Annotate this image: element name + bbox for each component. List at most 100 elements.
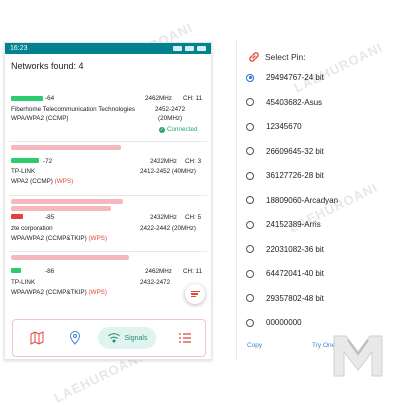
network-name: zte corporation <box>11 225 53 232</box>
signal-value: -72 <box>43 158 53 165</box>
radio-button[interactable] <box>246 122 254 131</box>
redacted-block <box>11 255 129 260</box>
nav-map-button[interactable] <box>27 328 47 348</box>
channel: CH: 11 <box>183 95 203 102</box>
nav-signals-label: Signals <box>124 334 148 342</box>
network-name: TP-LINK <box>11 168 36 175</box>
redacted-block <box>11 199 123 204</box>
logo-watermark <box>333 335 383 377</box>
radio-button[interactable] <box>246 269 254 278</box>
map-icon <box>30 331 44 345</box>
freq-range: 2432-2472 <box>140 279 171 286</box>
freq-range: 2422-2442 (20MHz) <box>140 225 197 232</box>
signal-value: -86 <box>45 268 55 275</box>
frequency: 2462MHz <box>145 268 172 275</box>
pin-label: 18809060-Arcadyan <box>266 195 339 205</box>
pin-label: 29494767-24 bit <box>266 73 324 82</box>
pin-option[interactable]: 29357802-48 bit <box>246 294 324 303</box>
nav-signals-button[interactable]: Signals <box>98 327 156 349</box>
pin-option[interactable]: 36127726-28 bit <box>246 171 324 180</box>
link-icon <box>249 52 259 62</box>
freq-range: 2452-2472 <box>155 106 186 113</box>
pin-option[interactable]: 22031082-36 bit <box>246 245 324 254</box>
wifi-icon <box>173 46 182 51</box>
battery-icon <box>197 46 206 51</box>
radio-button[interactable] <box>246 220 254 229</box>
pin-label: 22031082-36 bit <box>266 244 324 254</box>
pin-option[interactable]: 29494767-24 bit <box>246 73 324 82</box>
wps-badge: (WPS) <box>88 289 107 296</box>
radio-button[interactable] <box>246 245 254 253</box>
pin-label: 29357802-48 bit <box>266 293 324 303</box>
channel: CH: 5 <box>185 214 202 221</box>
divider <box>9 251 207 252</box>
network-name: Fiberhome Telecommunication Technologies <box>11 106 136 113</box>
frequency: 2462MHz <box>145 95 172 102</box>
bottom-navigation: Signals <box>12 319 206 357</box>
network-item[interactable]: -86 2462MHz CH: 11 TP-LINK 2432-2472 WPA… <box>5 253 211 305</box>
filter-fab-button[interactable] <box>185 284 205 304</box>
pin-label: 45403682-Asus <box>266 97 323 107</box>
network-item[interactable]: -64 2462MHz CH: 11 Fiberhome Telecommuni… <box>5 93 211 139</box>
select-pin-title: Select Pin: <box>265 52 306 62</box>
signal-value: -85 <box>45 214 55 221</box>
pin-option[interactable]: 18809060-Arcadyan <box>246 196 338 205</box>
radio-button[interactable] <box>246 318 254 327</box>
frequency: 2432MHz <box>150 214 177 221</box>
signal-icon <box>185 46 194 51</box>
networks-found-label: Networks found: 4 <box>11 61 84 71</box>
list-icon <box>179 333 191 343</box>
status-time: 16:23 <box>10 45 28 52</box>
pin-label: 26609645-32 bit <box>266 146 324 156</box>
pin-option[interactable]: 12345670 <box>246 122 302 131</box>
wps-badge: (WPS) <box>54 178 74 185</box>
signals-icon <box>107 333 120 343</box>
select-pin-header: Select Pin: <box>248 51 306 63</box>
pin-label: 64472041-40 bit <box>266 269 324 278</box>
check-icon: ✓ <box>159 126 165 133</box>
redacted-block <box>11 145 121 150</box>
channel-width: (20MHz) <box>158 115 183 122</box>
divider <box>9 195 207 196</box>
nav-list-button[interactable] <box>175 328 195 348</box>
radio-button[interactable] <box>246 73 254 82</box>
security-line: WPA2 (CCMP) (WPS) <box>11 178 73 185</box>
channel: CH: 3 <box>185 158 202 165</box>
status-icons <box>173 46 206 51</box>
radio-button[interactable] <box>246 294 254 302</box>
connected-label: Connected <box>167 126 198 133</box>
security: WPA/WPA2 (CCMP&TKIP) <box>11 289 87 296</box>
pin-label: 12345670 <box>266 122 302 131</box>
network-name: TP-LINK <box>11 279 36 286</box>
security: WPA/WPA2 (CCMP) <box>11 115 69 122</box>
connection-status: ✓ Connected <box>159 126 197 133</box>
copy-button[interactable]: Copy <box>247 342 262 349</box>
security: WPA2 (CCMP) <box>11 178 53 185</box>
security-line: WPA/WPA2 (CCMP&TKIP) (WPS) <box>11 235 107 242</box>
network-item[interactable]: -72 2422MHz CH: 3 TP-LINK 2412-2452 (40M… <box>5 143 211 193</box>
wifi-scan-screen: 16:23 Networks found: 4 -64 2462MHz CH: … <box>4 42 212 360</box>
radio-button[interactable] <box>246 196 254 204</box>
signal-value: -64 <box>45 95 55 102</box>
security-line: WPA/WPA2 (CCMP&TKIP) (WPS) <box>11 289 107 296</box>
freq-range: 2412-2452 (40MHz) <box>140 168 197 175</box>
signal-strength-bar <box>11 158 39 163</box>
network-item[interactable]: -85 2432MHz CH: 5 zte corporation 2422-2… <box>5 197 211 249</box>
pin-label: 36127726-28 bit <box>266 171 324 180</box>
pin-label: 24152389-Arris <box>266 220 321 229</box>
signal-strength-bar <box>11 268 21 273</box>
signal-strength-bar <box>11 96 43 101</box>
pin-option[interactable]: 26609645-32 bit <box>246 147 324 156</box>
frequency: 2422MHz <box>150 158 177 165</box>
pin-option[interactable]: 64472041-40 bit <box>246 269 324 278</box>
channel: CH: 11 <box>183 268 203 275</box>
pin-option[interactable]: 45403682-Asus <box>246 98 322 107</box>
radio-button[interactable] <box>246 171 254 180</box>
pin-option[interactable]: 24152389-Arris <box>246 220 321 229</box>
signal-strength-bar <box>11 214 23 219</box>
nav-location-button[interactable] <box>65 328 85 348</box>
pin-option[interactable]: 00000000 <box>246 318 302 327</box>
pin-label: 00000000 <box>266 318 302 327</box>
radio-button[interactable] <box>246 98 254 106</box>
radio-button[interactable] <box>246 147 254 155</box>
